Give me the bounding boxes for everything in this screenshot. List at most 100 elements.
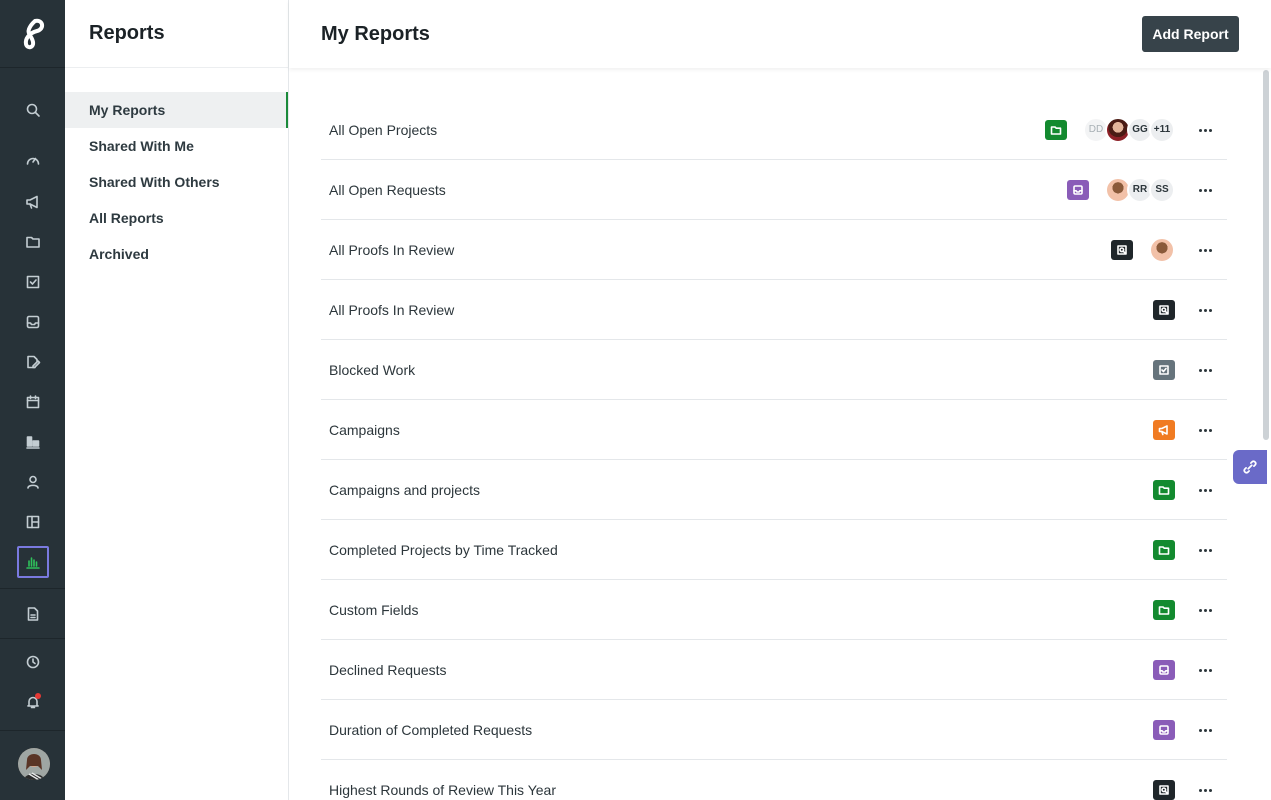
task-type-icon (1153, 359, 1175, 380)
request-type-icon (1067, 179, 1089, 200)
more-options-icon[interactable] (1197, 662, 1213, 678)
file-edit-icon[interactable] (17, 346, 49, 378)
main-panel: My Reports Add Report All Open Projects D… (289, 0, 1271, 800)
report-row[interactable]: All Open Projects DD GG +11 (321, 100, 1227, 160)
user-icon[interactable] (17, 466, 49, 498)
brand-logo-icon[interactable] (0, 0, 65, 68)
dashboard-gauge-icon[interactable] (17, 144, 49, 176)
search-icon[interactable] (17, 94, 49, 126)
proof-type-icon (1111, 239, 1133, 260)
campaign-type-icon (1153, 419, 1175, 440)
report-name[interactable]: Highest Rounds of Review This Year (329, 782, 1153, 798)
more-options-icon[interactable] (1197, 422, 1213, 438)
proof-type-icon (1153, 779, 1175, 800)
more-options-icon[interactable] (1197, 362, 1213, 378)
report-name[interactable]: Blocked Work (329, 362, 1153, 378)
sidebar-item-shared-with-me[interactable]: Shared With Me (65, 128, 288, 164)
more-options-icon[interactable] (1197, 482, 1213, 498)
more-users-count[interactable]: +11 (1149, 116, 1175, 143)
report-meta (1153, 659, 1175, 680)
report-row[interactable]: Custom Fields (321, 580, 1227, 640)
report-row[interactable]: All Proofs In Review (321, 280, 1227, 340)
scrollbar[interactable] (1263, 70, 1269, 440)
report-name[interactable]: Completed Projects by Time Tracked (329, 542, 1153, 558)
sidebar-title: Reports (89, 22, 165, 44)
calendar-icon[interactable] (17, 386, 49, 418)
project-type-icon (1153, 539, 1175, 560)
report-name[interactable]: Campaigns and projects (329, 482, 1153, 498)
user-avatar[interactable] (1149, 236, 1175, 263)
report-name[interactable]: All Proofs In Review (329, 302, 1153, 318)
report-meta (1153, 719, 1175, 740)
report-row[interactable]: Campaigns (321, 400, 1227, 460)
request-type-icon (1153, 719, 1175, 740)
rail-divider (0, 588, 65, 589)
report-meta: DD GG +11 (1045, 116, 1175, 143)
report-name[interactable]: Custom Fields (329, 602, 1153, 618)
task-check-icon[interactable] (17, 266, 49, 298)
more-options-icon[interactable] (1197, 722, 1213, 738)
rail-divider (0, 638, 65, 639)
folder-icon[interactable] (17, 226, 49, 258)
shared-users[interactable]: DD GG +11 (1083, 116, 1175, 143)
more-options-icon[interactable] (1197, 302, 1213, 318)
shared-users[interactable] (1149, 236, 1175, 263)
report-row[interactable]: Completed Projects by Time Tracked (321, 520, 1227, 580)
sidebar-header: Reports (65, 0, 288, 68)
page-header: My Reports Add Report (289, 0, 1271, 68)
megaphone-icon[interactable] (17, 186, 49, 218)
report-row[interactable]: All Proofs In Review (321, 220, 1227, 280)
more-options-icon[interactable] (1197, 542, 1213, 558)
sidebar-item-shared-with-others[interactable]: Shared With Others (65, 164, 288, 200)
clock-icon[interactable] (17, 646, 49, 678)
report-name[interactable]: All Open Projects (329, 122, 1045, 138)
shared-users[interactable]: RR SS (1105, 176, 1175, 203)
more-options-icon[interactable] (1197, 782, 1213, 798)
more-options-icon[interactable] (1197, 602, 1213, 618)
layout-icon[interactable] (17, 506, 49, 538)
sidebar-item-all-reports[interactable]: All Reports (65, 200, 288, 236)
link-icon (1243, 460, 1257, 474)
current-user-avatar[interactable] (18, 748, 50, 780)
more-options-icon[interactable] (1197, 122, 1213, 138)
bell-icon[interactable] (17, 686, 49, 718)
board-icon[interactable] (17, 426, 49, 458)
report-meta (1111, 236, 1175, 263)
more-options-icon[interactable] (1197, 242, 1213, 258)
report-meta: RR SS (1067, 176, 1175, 203)
sidebar-item-my-reports[interactable]: My Reports (65, 92, 288, 128)
sidebar-item-archived[interactable]: Archived (65, 236, 288, 272)
add-report-button[interactable]: Add Report (1142, 16, 1239, 52)
report-name[interactable]: Declined Requests (329, 662, 1153, 678)
report-name[interactable]: All Open Requests (329, 182, 1067, 198)
more-options-icon[interactable] (1197, 182, 1213, 198)
icon-rail (0, 0, 65, 800)
report-name[interactable]: All Proofs In Review (329, 242, 1111, 258)
report-name[interactable]: Campaigns (329, 422, 1153, 438)
report-list: All Open Projects DD GG +11 All Open Request… (321, 100, 1227, 800)
reports-chart-icon[interactable] (17, 546, 49, 578)
sidebar-nav: My Reports Shared With Me Shared With Ot… (65, 92, 288, 272)
report-row[interactable]: Blocked Work (321, 340, 1227, 400)
report-meta (1153, 479, 1175, 500)
reports-sidebar: Reports My Reports Shared With Me Shared… (65, 0, 289, 800)
report-row[interactable]: Duration of Completed Requests (321, 700, 1227, 760)
request-type-icon (1153, 659, 1175, 680)
report-meta (1153, 299, 1175, 320)
inbox-icon[interactable] (17, 306, 49, 338)
report-name[interactable]: Duration of Completed Requests (329, 722, 1153, 738)
report-meta (1153, 779, 1175, 800)
help-widget-tab[interactable] (1233, 450, 1267, 484)
report-row[interactable]: All Open Requests RR SS (321, 160, 1227, 220)
rail-divider (0, 730, 65, 731)
project-type-icon (1153, 599, 1175, 620)
report-row[interactable]: Highest Rounds of Review This Year (321, 760, 1227, 800)
user-initials-avatar[interactable]: SS (1149, 176, 1175, 203)
notification-dot (35, 693, 41, 699)
proof-type-icon (1153, 299, 1175, 320)
report-row[interactable]: Declined Requests (321, 640, 1227, 700)
report-meta (1153, 599, 1175, 620)
report-row[interactable]: Campaigns and projects (321, 460, 1227, 520)
document-icon[interactable] (17, 598, 49, 630)
project-type-icon (1045, 119, 1067, 140)
